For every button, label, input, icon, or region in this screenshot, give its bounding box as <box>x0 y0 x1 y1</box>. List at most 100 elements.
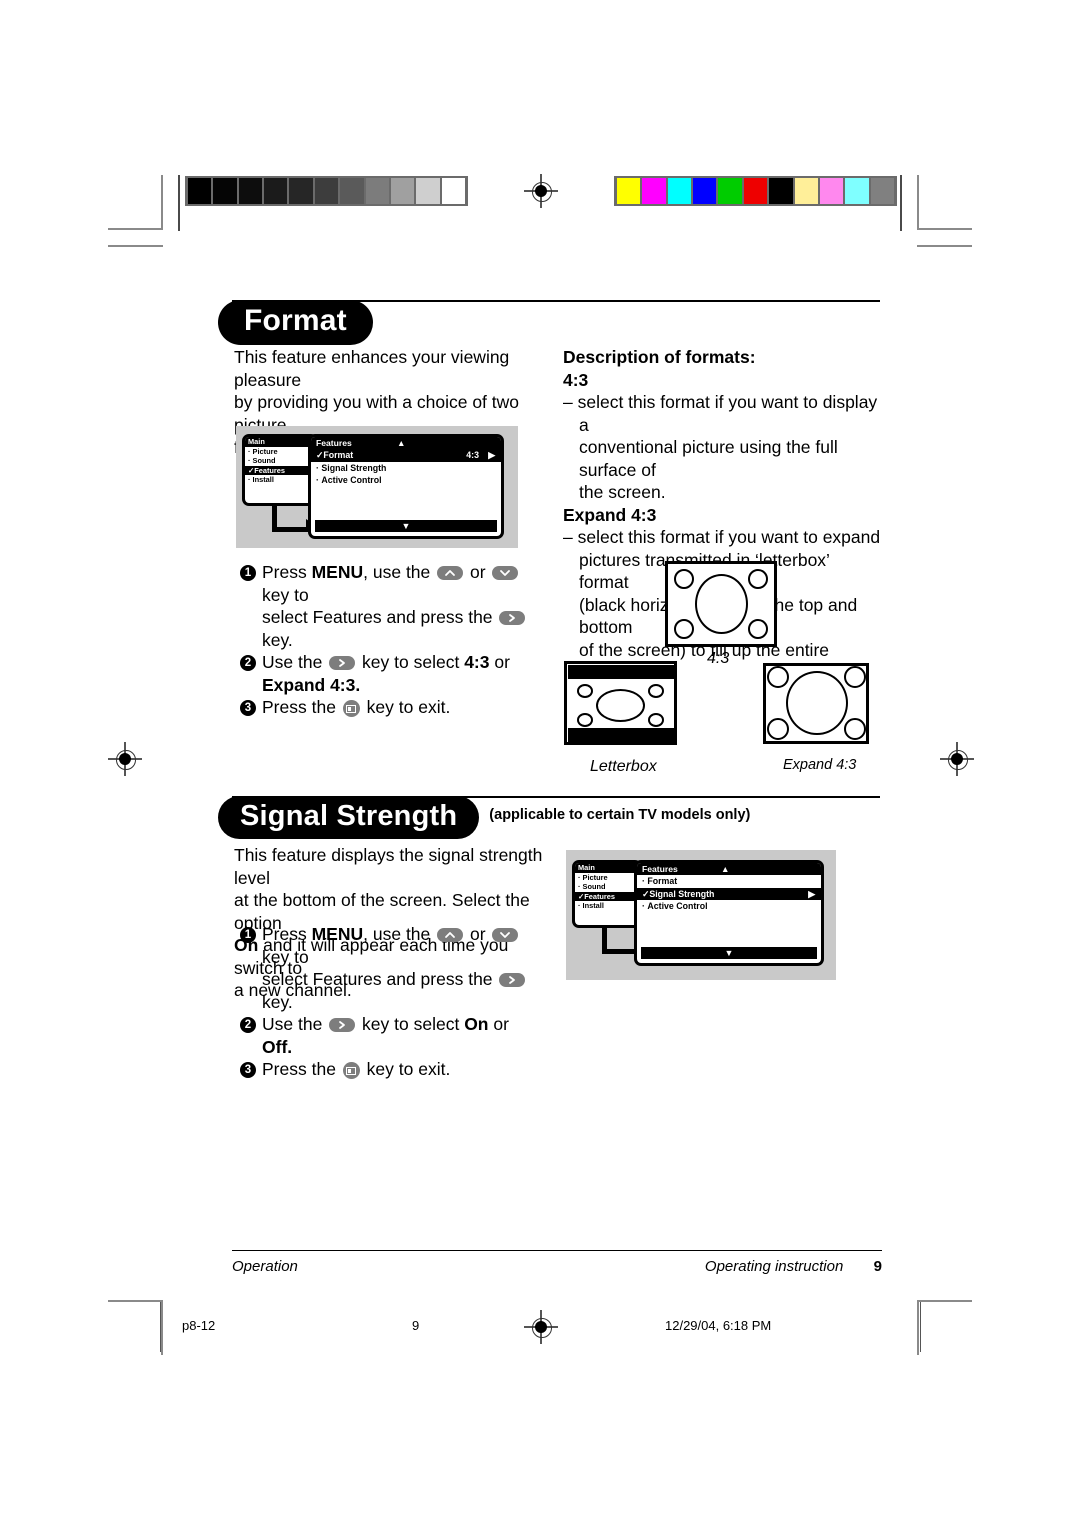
format-a-line2: conventional picture using the full surf… <box>579 437 838 480</box>
figure-expand-corner-circle-bl <box>767 718 789 740</box>
crop-mark-bottom-right <box>917 1300 972 1355</box>
print-timestamp: 12/29/04, 6:18 PM <box>665 1318 772 1333</box>
right-key-icon[interactable] <box>329 1018 356 1032</box>
osd2-main-item-install: · Install <box>578 901 604 911</box>
osd-main-features-label: Features <box>254 465 286 475</box>
right-key-icon[interactable] <box>499 611 526 625</box>
gray-swatch-7 <box>365 178 389 204</box>
osd2-features-header: Features ▲ <box>637 863 821 875</box>
print-file-name: p8-12 <box>182 1318 216 1333</box>
down-key-icon[interactable] <box>492 566 519 580</box>
grayscale-registration-bar <box>185 176 468 206</box>
format-intro-line1: This feature enhances your viewing pleas… <box>234 347 510 390</box>
osd-main-title: Main <box>245 437 315 447</box>
color-swatch-5 <box>743 178 768 204</box>
manual-page: Format This feature enhances your viewin… <box>0 0 1080 1528</box>
print-page-number: 9 <box>412 1318 420 1333</box>
osd2-item-active-control: · Active Control <box>637 900 821 913</box>
color-swatch-2 <box>667 178 692 204</box>
registration-target-left <box>108 742 142 776</box>
gray-swatch-8 <box>390 178 415 204</box>
figure-43-caption: 4:3 <box>707 650 730 667</box>
step3-text-a: Press the <box>262 697 341 717</box>
osd2-features-menu-panel: Features ▲ · Format ✓Signal Strength ▶ ·… <box>634 860 824 966</box>
gray-swatch-4 <box>289 178 313 204</box>
sstep3-text-b: key to exit. <box>361 1059 451 1079</box>
figure-letterbox-corner-circle-tl <box>577 684 593 698</box>
sstep1-line2-b: key. <box>262 991 293 1012</box>
figure-letterbox-corner-circle-bl <box>577 713 593 727</box>
sstep1-line2-a: select Features and press the <box>262 969 498 989</box>
osd-item-format: ✓Format 4:3 ▶ <box>311 449 501 462</box>
figure-43 <box>665 561 777 647</box>
color-swatch-9 <box>845 178 869 204</box>
osd2-item-signal-label: Signal Strength <box>649 888 715 899</box>
figure-expand-43 <box>763 663 869 744</box>
footer-right-label: Operating instruction <box>704 1258 844 1275</box>
footer-page-number: 9 <box>873 1258 882 1275</box>
osd2-item-format-bullet: · <box>642 876 645 886</box>
osd2-features-header-label: Features <box>642 864 678 874</box>
osd-item-format-label: Format <box>323 450 354 460</box>
format-step-2: 2 Use the key to select 4:3 or Expand 4:… <box>240 651 540 696</box>
osd-up-arrow-icon: ▲ <box>397 438 406 448</box>
osd2-main-features-label: Features <box>584 891 616 901</box>
crop-bar-right <box>900 175 902 231</box>
step3-text-b: key to exit. <box>361 697 451 717</box>
right-key-icon[interactable] <box>499 973 526 987</box>
color-swatch-4 <box>718 178 742 204</box>
up-key-icon[interactable] <box>437 566 464 580</box>
osd-main-item-install: · Install <box>248 475 274 485</box>
osd-item-active-label: Active Control <box>321 475 382 485</box>
osd-item-signal-label: Signal Strength <box>321 462 387 473</box>
step-number-2: 2 <box>240 1016 256 1033</box>
menu-exit-key-icon[interactable] <box>342 1062 360 1079</box>
osd2-footer-bar: ▼ <box>641 947 817 959</box>
figure-letterbox-bar-bottom <box>567 727 674 742</box>
osd-item-signal-bullet: · <box>316 462 319 473</box>
osd-item-format-right-arrow-icon: ▶ <box>488 450 495 460</box>
osd-footer-bar: ▼ <box>315 520 497 532</box>
osd2-item-format: · Format <box>637 875 821 888</box>
osd2-up-arrow-icon: ▲ <box>721 864 730 874</box>
down-key-icon[interactable] <box>492 928 519 942</box>
osd-item-signal-strength: · Signal Strength <box>311 462 501 475</box>
color-swatch-7 <box>794 178 818 204</box>
figure-43-center-circle <box>695 574 748 634</box>
menu-exit-key-icon[interactable] <box>342 700 360 717</box>
osd2-main-title: Main <box>575 863 639 873</box>
format-osd-figure: Main · Picture · Sound ✓Features · Insta… <box>236 426 518 548</box>
step-number-1: 1 <box>240 564 256 581</box>
color-swatch-6 <box>769 178 793 204</box>
format-steps: 1 Press MENU, use the or key to select F… <box>240 561 540 719</box>
signal-strength-note: (applicable to certain TV models only) <box>489 807 751 823</box>
figure-expand-caption: Expand 4:3 <box>783 757 857 773</box>
color-registration-bar <box>614 176 897 206</box>
registration-target-bottom-center <box>524 1310 558 1344</box>
osd-item-active-bullet: · <box>316 475 319 485</box>
sstep1-text-a: Press <box>262 924 312 944</box>
sstep1-menu-label: MENU <box>311 924 364 944</box>
figure-43-corner-circle-tl <box>674 569 694 589</box>
sstep2-bold-off: Off. <box>262 1036 293 1057</box>
osd2-item-active-label: Active Control <box>647 901 708 911</box>
sstep2-text-a: Use the <box>262 1014 328 1034</box>
figure-letterbox <box>564 661 677 745</box>
figure-expand-center-circle <box>786 671 848 735</box>
step2-bold-expand: Expand 4:3. <box>262 674 361 695</box>
osd-main-menu-panel: Main · Picture · Sound ✓Features · Insta… <box>242 434 318 506</box>
step1-menu-label: MENU <box>311 562 364 582</box>
osd2-item-signal-strength: ✓Signal Strength ▶ <box>637 887 821 900</box>
crop-mark-top-left <box>108 175 163 247</box>
figure-43-corner-circle-br <box>748 619 768 639</box>
format-a-line1: – select this format if you want to disp… <box>563 392 878 435</box>
color-swatch-1 <box>642 178 666 204</box>
right-key-icon[interactable] <box>329 656 356 670</box>
step1-text-d: or <box>465 562 491 582</box>
osd2-main-item-features: ✓Features <box>575 891 639 902</box>
gray-swatch-0 <box>188 178 212 204</box>
format-b-name: Expand 4:3 <box>563 504 657 525</box>
up-key-icon[interactable] <box>437 928 464 942</box>
signal-intro-line1: This feature displays the signal strengt… <box>234 845 543 888</box>
signal-steps: 1 Press MENU, use the or key to select F… <box>240 923 540 1081</box>
